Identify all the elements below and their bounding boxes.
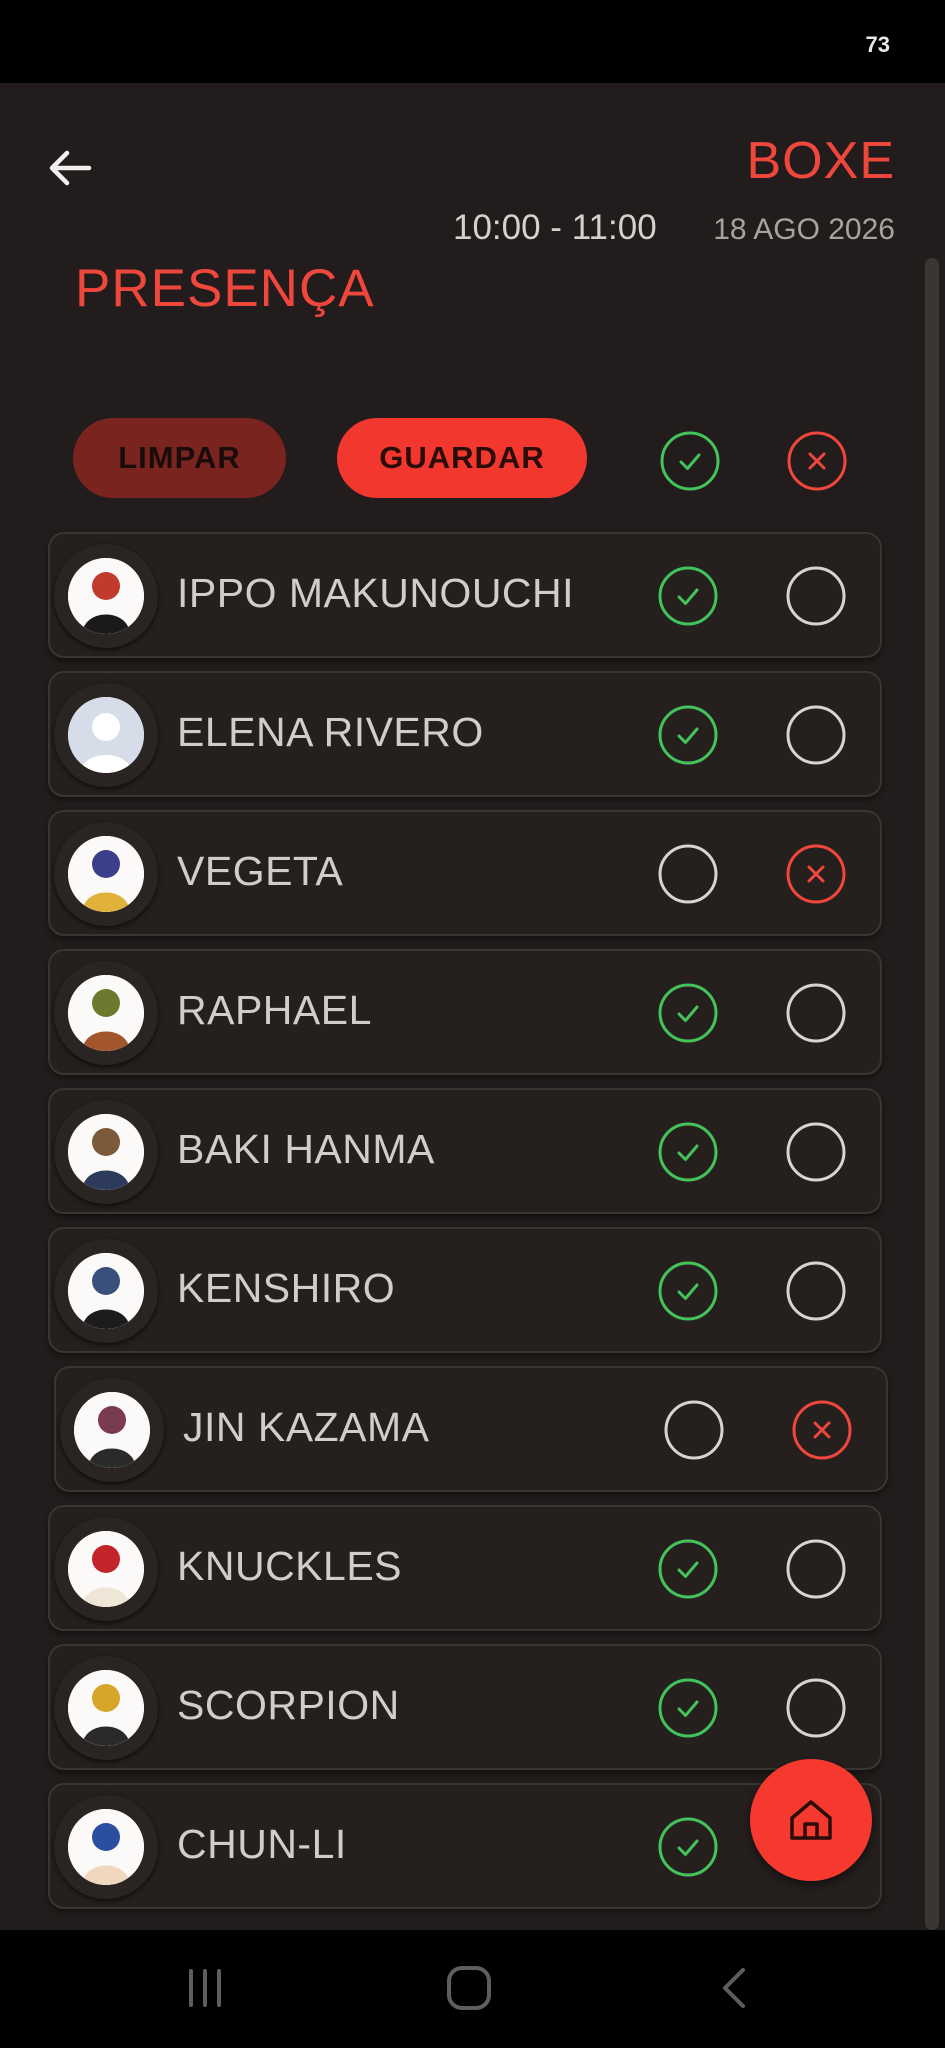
student-name: ELENA RIVERO (177, 709, 484, 755)
avatar (54, 961, 158, 1065)
absent-toggle[interactable] (785, 843, 847, 905)
present-toggle[interactable] (657, 982, 719, 1044)
absent-toggle[interactable] (791, 1399, 853, 1461)
absent-toggle[interactable] (785, 1121, 847, 1183)
back-button[interactable] (40, 138, 100, 198)
student-row: RAPHAEL (48, 949, 882, 1075)
student-row: BAKI HANMA (48, 1088, 882, 1214)
absent-toggle[interactable] (785, 1538, 847, 1600)
clear-button[interactable]: LIMPAR (73, 418, 286, 498)
student-name: RAPHAEL (177, 987, 372, 1033)
student-name: SCORPION (177, 1682, 400, 1728)
present-toggle[interactable] (657, 565, 719, 627)
mark-all-absent-button[interactable] (786, 430, 848, 492)
class-time-range: 10:00 - 11:00 (453, 208, 657, 247)
student-photo (68, 1253, 144, 1329)
status-bar: 73 (0, 0, 945, 83)
student-photo (68, 975, 144, 1051)
absent-toggle[interactable] (785, 1677, 847, 1739)
student-name: IPPO MAKUNOUCHI (177, 570, 575, 616)
back-nav-icon (723, 1968, 745, 2008)
student-photo (68, 1114, 144, 1190)
absent-toggle[interactable] (785, 982, 847, 1044)
present-toggle[interactable] (657, 1260, 719, 1322)
home-fab-button[interactable] (750, 1759, 872, 1881)
avatar (54, 1795, 158, 1899)
student-row: ELENA RIVERO (48, 671, 882, 797)
recent-apps-icon (189, 1969, 221, 2007)
student-photo (68, 697, 144, 773)
student-photo (68, 836, 144, 912)
present-toggle[interactable] (657, 1677, 719, 1739)
present-toggle[interactable] (657, 704, 719, 766)
save-button[interactable]: GUARDAR (337, 418, 587, 498)
student-name: BAKI HANMA (177, 1126, 435, 1172)
student-name: KENSHIRO (177, 1265, 396, 1311)
battery-level: 73 (865, 32, 890, 57)
system-nav-bar (0, 1930, 945, 2048)
student-photo (68, 1670, 144, 1746)
avatar (54, 1656, 158, 1760)
avatar (54, 1517, 158, 1621)
avatar (54, 822, 158, 926)
avatar (60, 1378, 164, 1482)
present-toggle[interactable] (657, 1121, 719, 1183)
page-title: PRESENÇA (75, 259, 375, 318)
student-name: KNUCKLES (177, 1543, 403, 1589)
absent-toggle[interactable] (785, 704, 847, 766)
present-toggle[interactable] (657, 1816, 719, 1878)
student-photo (74, 1392, 150, 1468)
mark-all-present-button[interactable] (659, 430, 721, 492)
absent-toggle[interactable] (785, 1260, 847, 1322)
scrollbar[interactable] (925, 258, 939, 1930)
back-nav-button[interactable] (700, 1958, 770, 2018)
student-row: VEGETA (48, 810, 882, 936)
avatar (54, 544, 158, 648)
student-photo (68, 1809, 144, 1885)
present-toggle[interactable] (657, 1538, 719, 1600)
avatar (54, 1239, 158, 1343)
home-icon (790, 1800, 832, 1840)
student-row: JIN KAZAMA (54, 1366, 888, 1492)
absent-toggle[interactable] (785, 565, 847, 627)
student-row: KNUCKLES (48, 1505, 882, 1631)
student-name: JIN KAZAMA (183, 1404, 430, 1450)
student-photo (68, 1531, 144, 1607)
avatar (54, 1100, 158, 1204)
class-date: 18 AGO 2026 (713, 213, 895, 246)
student-row: SCORPION (48, 1644, 882, 1770)
arrow-left-icon (49, 150, 92, 186)
student-name: CHUN-LI (177, 1821, 347, 1867)
student-row: KENSHIRO (48, 1227, 882, 1353)
student-row: IPPO MAKUNOUCHI (48, 532, 882, 658)
avatar (54, 683, 158, 787)
present-toggle[interactable] (657, 843, 719, 905)
student-name: VEGETA (177, 848, 344, 894)
student-photo (68, 558, 144, 634)
home-nav-icon (447, 1966, 491, 2010)
home-nav-button[interactable] (434, 1958, 504, 2018)
recent-apps-button[interactable] (170, 1958, 240, 2018)
app-title: BOXE (746, 132, 895, 190)
present-toggle[interactable] (663, 1399, 725, 1461)
attendance-screen: BOXE 10:00 - 11:00 18 AGO 2026 PRESENÇA … (0, 83, 945, 1930)
